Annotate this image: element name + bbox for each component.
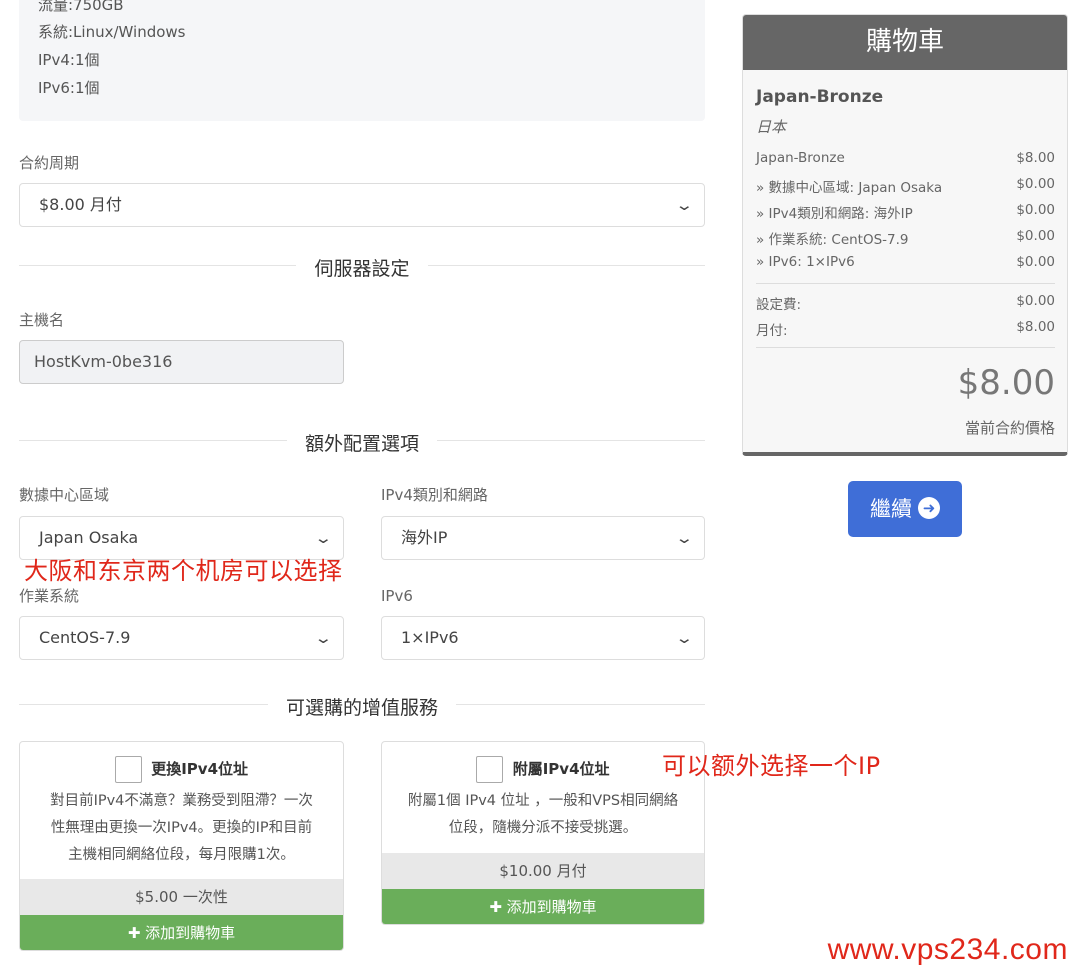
cart-line-price: $0.00 xyxy=(1016,176,1055,192)
continue-button[interactable]: 繼續 ➜ xyxy=(848,481,962,537)
spec-ipv6: IPv6:1個 xyxy=(38,79,100,97)
server-settings-title: 伺服器設定 xyxy=(296,254,428,281)
chevron-down-icon: ⌄ xyxy=(314,629,334,647)
os-select[interactable]: CentOS-7.9 ⌄ xyxy=(19,616,344,660)
ipv4-type-select[interactable]: 海外IP ⌄ xyxy=(381,516,705,560)
datacenter-label: 數據中心區域 xyxy=(19,486,110,504)
cart-product-region: 日本 xyxy=(756,118,787,136)
ipv6-select[interactable]: 1×IPv6 ⌄ xyxy=(381,616,705,660)
cart-line: » IPv6: 1×IPv6 $0.00 xyxy=(756,254,1055,274)
cart-title: 購物車 xyxy=(743,15,1067,70)
add-to-cart-button[interactable]: ✚ 添加到購物車 xyxy=(382,889,704,924)
cart-product-name: Japan-Bronze xyxy=(756,87,884,107)
spec-ipv4: IPv4:1個 xyxy=(38,51,100,69)
ip-annotation: 可以额外选择一个IP xyxy=(662,752,881,780)
spec-system: 系統:Linux/Windows xyxy=(38,23,186,41)
cart-line: » 作業系統: CentOS-7.9 $0.00 xyxy=(756,228,1055,248)
setup-fee-label: 設定費: xyxy=(756,297,802,313)
setup-fee-price: $0.00 xyxy=(1016,293,1055,309)
addon-card-extra-ipv4: 附屬IPv4位址 附屬1個 IPv4 位址 ，一般和VPS相同網絡 位段，隨機分… xyxy=(381,741,705,925)
watermark: www.vps234.com xyxy=(827,933,1068,966)
order-summary-cart: 購物車 Japan-Bronze 日本 Japan-Bronze $8.00 »… xyxy=(742,14,1068,456)
cart-divider xyxy=(756,283,1055,284)
monthly-price: $8.00 xyxy=(1016,319,1055,335)
cart-line-price: $0.00 xyxy=(1016,228,1055,244)
chevron-down-icon: ⌄ xyxy=(675,529,695,547)
addon-description: 對目前IPv4不滿意？業務受到阻滯？一次 性無理由更換一次IPv4。更換的IP和… xyxy=(28,788,335,869)
addon-desc-line: 對目前IPv4不滿意？業務受到阻滯？一次 xyxy=(50,793,313,809)
ipv6-value: 1×IPv6 xyxy=(401,628,459,647)
datacenter-annotation: 大阪和东京两个机房可以选择 xyxy=(24,557,343,585)
monthly-label: 月付: xyxy=(756,323,788,339)
addon-price: $5.00 一次性 xyxy=(20,879,343,915)
spec-traffic: 流量:750GB xyxy=(38,0,124,14)
ipv6-label: IPv6 xyxy=(381,587,413,605)
cart-line-label: » 作業系統: CentOS-7.9 xyxy=(756,232,909,248)
cart-line-label: » IPv4類別和網路: 海外IP xyxy=(756,206,913,222)
hostname-input[interactable]: HostKvm-0be316 xyxy=(19,340,344,384)
cart-setup-fee: 設定費: $0.00 xyxy=(756,293,1055,313)
add-to-cart-label: 添加到購物車 xyxy=(506,898,597,916)
plus-icon: ✚ xyxy=(127,924,141,942)
billing-cycle-select[interactable]: $8.00 月付 ⌄ xyxy=(19,183,705,227)
cart-line-label: » IPv6: 1×IPv6 xyxy=(756,254,855,270)
billing-cycle-value: $8.00 月付 xyxy=(39,195,122,214)
cart-divider xyxy=(756,347,1055,348)
billing-cycle-label: 合約周期 xyxy=(19,154,80,172)
cart-line: Japan-Bronze $8.00 xyxy=(756,150,1055,170)
cart-total: $8.00 xyxy=(957,363,1055,403)
addon-description: 附屬1個 IPv4 位址 ，一般和VPS相同網絡 位段，隨機分派不接受挑選。 xyxy=(390,788,696,842)
addon-desc-line: 性無理由更換一次IPv4。更換的IP和目前 xyxy=(50,820,313,836)
addon-desc-line: 主機相同網絡位段，每月限購1次。 xyxy=(68,847,295,863)
plus-icon: ✚ xyxy=(489,898,502,916)
addon-desc-line: 位段，隨機分派不接受挑選。 xyxy=(448,820,638,836)
addon-card-replace-ipv4: 更換IPv4位址 對目前IPv4不滿意？業務受到阻滯？一次 性無理由更換一次IP… xyxy=(19,741,344,951)
config-options-title: 額外配置選項 xyxy=(287,429,437,456)
cart-monthly: 月付: $8.00 xyxy=(756,319,1055,339)
product-spec-box: 流量:750GB 系統:Linux/Windows IPv4:1個 IPv6:1… xyxy=(19,0,705,121)
addon-desc-line: 附屬1個 IPv4 位址 ，一般和VPS相同網絡 xyxy=(407,793,679,809)
cart-line-label: » 數據中心區域: Japan Osaka xyxy=(756,180,943,196)
continue-label: 繼續 xyxy=(870,497,912,521)
cart-line-label: Japan-Bronze xyxy=(756,150,845,166)
addons-title: 可選購的增值服務 xyxy=(268,693,456,720)
arrow-right-circle-icon: ➜ xyxy=(918,497,940,519)
os-label: 作業系統 xyxy=(19,587,80,605)
addon-title: 更換IPv4位址 xyxy=(151,760,249,778)
ipv4-type-label: IPv4類別和網路 xyxy=(381,486,488,504)
cart-total-caption: 當前合約價格 xyxy=(964,419,1055,437)
addon-checkbox[interactable] xyxy=(476,756,504,783)
datacenter-value: Japan Osaka xyxy=(39,528,139,547)
chevron-down-icon: ⌄ xyxy=(675,196,695,214)
ipv4-type-value: 海外IP xyxy=(401,528,448,547)
cart-line: » 數據中心區域: Japan Osaka $0.00 xyxy=(756,176,1055,196)
cart-line-price: $0.00 xyxy=(1016,254,1055,270)
cart-line: » IPv4類別和網路: 海外IP $0.00 xyxy=(756,202,1055,222)
add-to-cart-label: 添加到購物車 xyxy=(145,924,236,942)
addon-title: 附屬IPv4位址 xyxy=(512,760,610,778)
hostname-value: HostKvm-0be316 xyxy=(34,352,173,371)
chevron-down-icon: ⌄ xyxy=(675,629,695,647)
add-to-cart-button[interactable]: ✚ 添加到購物車 xyxy=(20,915,343,950)
hostname-label: 主機名 xyxy=(19,311,65,329)
addon-price: $10.00 月付 xyxy=(382,853,704,889)
cart-line-price: $8.00 xyxy=(1016,150,1055,166)
cart-line-price: $0.00 xyxy=(1016,202,1055,218)
os-value: CentOS-7.9 xyxy=(39,628,131,647)
addon-checkbox[interactable] xyxy=(114,756,142,783)
